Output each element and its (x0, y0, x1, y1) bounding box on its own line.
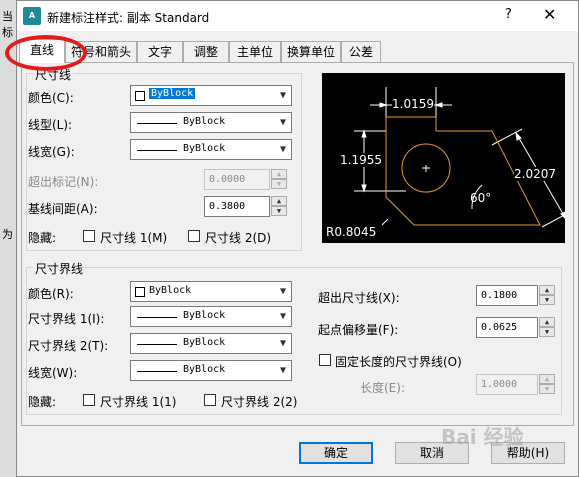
preview-dimension-text: 1.1955 (340, 153, 382, 167)
autocad-app-icon: A (23, 7, 41, 25)
color-swatch (135, 91, 145, 101)
dim-line-lineweight-select[interactable]: ByBlock ▼ (130, 139, 292, 160)
offset-from-origin-input[interactable]: 0.0625 ▲ ▼ (476, 317, 555, 338)
background-text: 为 (2, 228, 13, 241)
chevron-down-icon[interactable]: ▼ (275, 86, 291, 105)
line-sample (137, 344, 177, 345)
close-icon[interactable]: ✕ (543, 5, 556, 24)
tab-symbols-arrows[interactable]: 符号和箭头 (65, 41, 137, 62)
tab-alternate-units[interactable]: 换算单位 (281, 41, 341, 62)
extend-beyond-ticks-label: 超出标记(N): (28, 175, 99, 189)
select-value: ByBlock (149, 285, 192, 296)
fixed-length-input[interactable]: 1.0000 ▲ ▼ (476, 374, 555, 395)
ext-line-1-linetype-label: 尺寸界线 1(I): (28, 312, 105, 326)
offset-from-origin-label: 起点偏移量(F): (318, 323, 399, 337)
suppress-dim-line-1-checkbox[interactable] (83, 230, 95, 242)
spinner-arrows-icon[interactable]: ▲ ▼ (539, 317, 555, 338)
linetype-label: 线型(L): (28, 118, 73, 132)
window-title: 新建标注样式: 副本 Standard (47, 11, 210, 25)
preview-radius-text: R0.8045 (326, 225, 377, 239)
input-value: 0.1800 (481, 290, 518, 301)
color-label: 颜色(C): (28, 91, 74, 105)
extend-beyond-dim-lines-input[interactable]: 0.1800 ▲ ▼ (476, 285, 555, 306)
suppress-ext-line-2-checkbox[interactable] (204, 394, 216, 406)
ext-line-color-select[interactable]: ByBlock ▼ (130, 281, 292, 302)
help-icon[interactable]: ? (505, 7, 512, 22)
checkbox-label: 尺寸线 2(D) (205, 231, 272, 245)
tab-lines[interactable]: 直线 (19, 39, 65, 63)
group-title: 尺寸线 (33, 66, 74, 83)
preview-angle-text: 60° (470, 191, 492, 205)
checkbox-label: 尺寸界线 2(2) (221, 395, 298, 409)
chevron-down-icon[interactable]: ▼ (275, 282, 291, 301)
suppress-label: 隐藏: (28, 231, 57, 245)
spinner-arrows-icon[interactable]: ▲ ▼ (539, 374, 555, 395)
spinner-arrows-icon[interactable]: ▲ ▼ (539, 285, 555, 306)
extend-beyond-dim-lines-label: 超出尺寸线(X): (318, 291, 400, 305)
background-text: 标 (2, 26, 13, 39)
suppress-label: 隐藏: (28, 395, 57, 409)
tab-text[interactable]: 文字 (137, 41, 183, 62)
tab-tolerances[interactable]: 公差 (341, 41, 381, 62)
color-label: 颜色(R): (28, 287, 74, 301)
chevron-down-icon[interactable]: ▼ (275, 140, 291, 159)
line-sample (137, 371, 177, 372)
chevron-down-icon[interactable]: ▼ (275, 307, 291, 326)
fixed-length-ext-lines-checkbox[interactable] (319, 354, 331, 366)
lineweight-label: 线宽(G): (28, 145, 75, 159)
chevron-down-icon[interactable]: ▼ (275, 334, 291, 353)
preview-dimension-text: 1.0159 (392, 97, 434, 111)
chevron-down-icon[interactable]: ▼ (275, 113, 291, 132)
suppress-ext-line-1-checkbox[interactable] (83, 394, 95, 406)
spinner-arrows-icon[interactable]: ▲ ▼ (271, 196, 287, 217)
input-value: 0.0625 (481, 322, 518, 333)
input-value: 0.0000 (209, 174, 246, 185)
checkbox-label: 尺寸界线 1(1) (100, 395, 177, 409)
baseline-spacing-input[interactable]: 0.3800 ▲ ▼ (204, 196, 287, 217)
tab-strip: 直线 符号和箭头 文字 调整 主单位 换算单位 公差 (19, 39, 579, 63)
spinner-arrows-icon[interactable]: ▲ ▼ (271, 169, 287, 190)
select-value: ByBlock (183, 116, 226, 127)
lines-tab-panel: 尺寸线 颜色(C): ByBlock ▼ 线型(L): ByBlock ▼ 线宽… (21, 62, 574, 426)
tab-fit[interactable]: 调整 (183, 41, 229, 62)
dim-line-color-select[interactable]: ByBlock ▼ (130, 85, 292, 106)
baseline-spacing-label: 基线间距(A): (28, 202, 98, 216)
group-title: 尺寸界线 (33, 260, 86, 277)
select-value: ByBlock (149, 88, 196, 99)
input-value: 1.0000 (481, 379, 518, 390)
ext-line-2-linetype-label: 尺寸界线 2(T): (28, 339, 109, 353)
ext-line-1-linetype-select[interactable]: ByBlock ▼ (130, 306, 292, 327)
dimension-preview: 1.0159 1.1955 2.0207 60° R0.8045 (322, 73, 565, 243)
tab-primary-units[interactable]: 主单位 (229, 41, 281, 62)
help-button[interactable]: 帮助(H) (491, 442, 565, 464)
preview-dimension-text: 2.0207 (514, 167, 556, 181)
checkbox-label: 固定长度的尺寸界线(O) (335, 355, 462, 369)
line-sample (137, 317, 177, 318)
line-sample (137, 150, 177, 151)
ok-button[interactable]: 确定 (299, 442, 373, 464)
dimension-style-dialog: A 新建标注样式: 副本 Standard ? ✕ 直线 符号和箭头 文字 调整… (5, 0, 579, 477)
length-label: 长度(E): (360, 381, 405, 395)
extend-beyond-ticks-input[interactable]: 0.0000 ▲ ▼ (204, 169, 287, 190)
background-text: 当 (2, 10, 13, 23)
input-value: 0.3800 (209, 201, 246, 212)
select-value: ByBlock (183, 364, 226, 375)
line-sample (137, 123, 177, 124)
select-value: ByBlock (183, 143, 226, 154)
dim-line-linetype-select[interactable]: ByBlock ▼ (130, 112, 292, 133)
select-value: ByBlock (183, 337, 226, 348)
checkbox-label: 尺寸线 1(M) (100, 231, 168, 245)
ext-line-2-linetype-select[interactable]: ByBlock ▼ (130, 333, 292, 354)
color-swatch (135, 287, 145, 297)
title-bar: A 新建标注样式: 副本 Standard ? ✕ (17, 1, 578, 31)
cancel-button[interactable]: 取消 (395, 442, 469, 464)
chevron-down-icon[interactable]: ▼ (275, 361, 291, 380)
lineweight-label: 线宽(W): (28, 366, 78, 380)
suppress-dim-line-2-checkbox[interactable] (188, 230, 200, 242)
ext-line-lineweight-select[interactable]: ByBlock ▼ (130, 360, 292, 381)
select-value: ByBlock (183, 310, 226, 321)
